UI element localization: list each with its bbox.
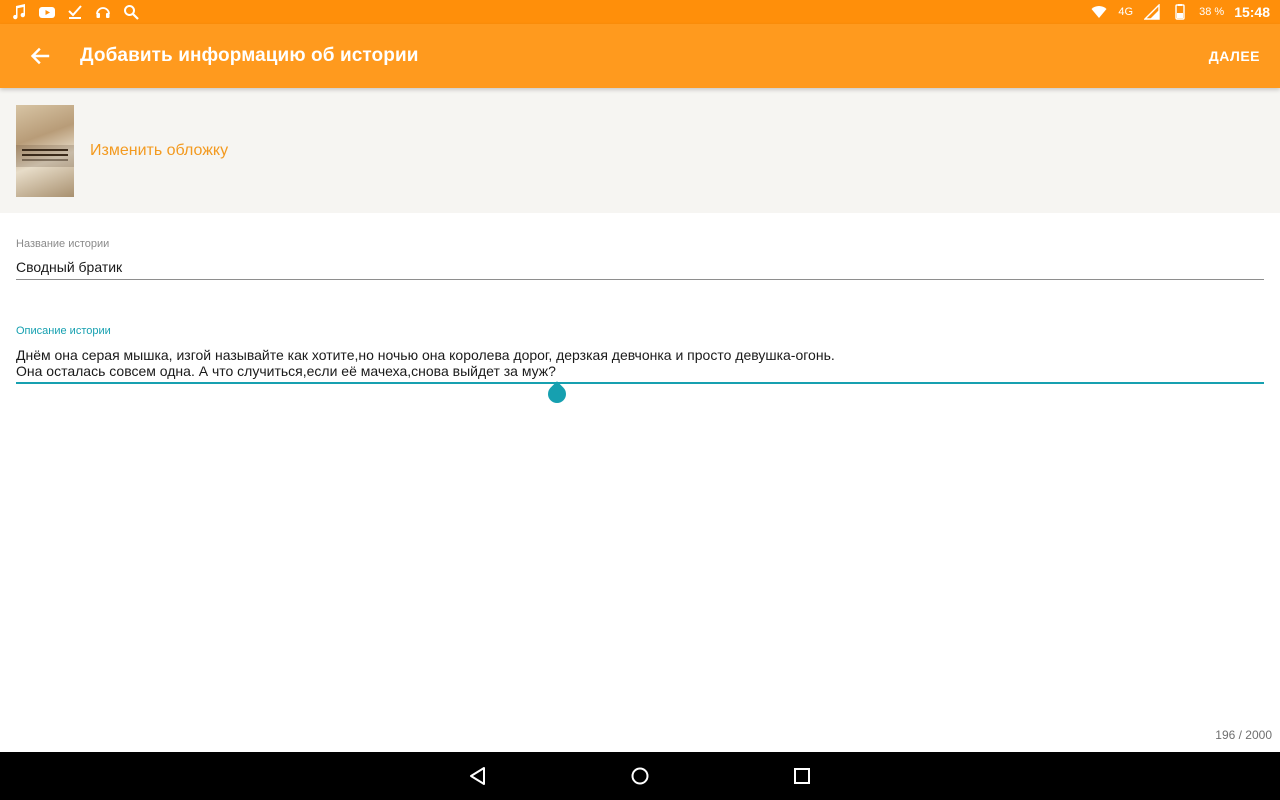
network-type-label: 4G xyxy=(1118,6,1134,18)
story-description-line: Днём она серая мышка, изгой называйте ка… xyxy=(16,347,835,363)
status-bar: 4G 38 % 15:48 xyxy=(0,0,1280,24)
story-description-line: Она осталась совсем одна. А что случитьс… xyxy=(16,363,556,379)
story-description-label: Описание истории xyxy=(16,325,111,337)
nav-back-button[interactable] xyxy=(460,758,496,794)
status-bar-system: 4G 38 % 15:48 xyxy=(1090,3,1270,21)
search-icon xyxy=(122,3,140,21)
cover-section: Изменить обложку xyxy=(0,88,1280,213)
back-button[interactable] xyxy=(0,24,80,88)
nav-home-button[interactable] xyxy=(622,758,658,794)
story-title-input[interactable]: Сводный братик xyxy=(16,259,1264,280)
music-icon xyxy=(10,3,28,21)
next-button[interactable]: ДАЛЕЕ xyxy=(1209,24,1260,88)
story-description-input[interactable]: Днём она серая мышка, изгой называйте ка… xyxy=(16,347,1264,384)
headphones-icon xyxy=(94,3,112,21)
recents-square-icon xyxy=(794,768,810,784)
clock: 15:48 xyxy=(1234,4,1270,20)
wifi-icon xyxy=(1090,3,1108,21)
status-bar-notifications xyxy=(10,3,140,21)
youtube-icon xyxy=(38,3,56,21)
signal-icon xyxy=(1143,3,1161,21)
change-cover-link[interactable]: Изменить обложку xyxy=(90,142,228,160)
app-bar: Добавить информацию об истории ДАЛЕЕ xyxy=(0,24,1280,88)
home-circle-icon xyxy=(631,767,649,785)
back-triangle-icon xyxy=(470,767,485,785)
cover-image-title-art xyxy=(22,148,68,151)
nav-recents-button[interactable] xyxy=(784,758,820,794)
story-title-label: Название истории xyxy=(16,238,110,250)
cover-image[interactable] xyxy=(16,104,74,197)
battery-icon xyxy=(1171,3,1189,21)
checkmark-download-icon xyxy=(66,3,84,21)
character-counter: 196 / 2000 xyxy=(1215,728,1272,742)
navigation-bar xyxy=(0,752,1280,800)
page-title: Добавить информацию об истории xyxy=(80,45,419,66)
arrow-back-icon xyxy=(30,47,50,65)
battery-percent: 38 % xyxy=(1199,6,1225,18)
text-cursor-handle[interactable] xyxy=(544,381,570,407)
